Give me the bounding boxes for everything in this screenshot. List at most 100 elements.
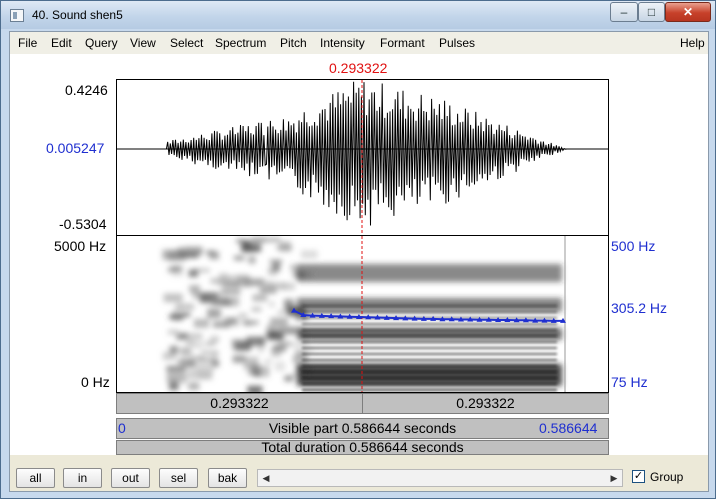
spectrogram-noise-patch [265, 329, 278, 340]
maximize-button[interactable]: □ [638, 2, 665, 22]
spectrogram-noise-patch [274, 361, 286, 372]
pitch-min-label: 75 Hz [611, 374, 648, 390]
spectrogram-noise-patch [197, 370, 213, 380]
menu-pitch[interactable]: Pitch [280, 36, 307, 50]
scroll-right-icon[interactable]: ▶ [606, 470, 622, 486]
title-bar[interactable]: 40. Sound shen5 – □ ✕ [1, 1, 715, 29]
spectrogram-noise-patch [171, 265, 183, 273]
praat-sound-window: 40. Sound shen5 – □ ✕ File Edit Query Vi… [0, 0, 716, 499]
spectrogram-noise-patch [284, 375, 293, 382]
spectrogram-noise-patch [211, 352, 219, 363]
spectrogram-noise-patch [189, 285, 200, 294]
window-client-area: File Edit Query View Select Spectrum Pit… [9, 31, 709, 492]
visible-part-label: Visible part 0.586644 seconds [268, 420, 457, 436]
total-duration-bar[interactable]: Total duration 0.586644 seconds [116, 440, 609, 455]
spectrogram-noise-patch [175, 303, 195, 310]
spectrogram-panel[interactable] [116, 236, 609, 393]
menu-view[interactable]: View [130, 36, 156, 50]
spectrogram-noise-patch [213, 321, 230, 328]
menu-pulses[interactable]: Pulses [439, 36, 475, 50]
spectrogram-noise-patch [209, 251, 219, 260]
segment-left-duration[interactable]: 0.293322 [116, 393, 363, 414]
spectrogram-noise-patch [232, 340, 252, 351]
menu-help[interactable]: Help [680, 36, 705, 50]
spectrogram-noise-patch [227, 275, 234, 280]
scroll-left-icon[interactable]: ◀ [258, 470, 274, 486]
menu-intensity[interactable]: Intensity [320, 36, 365, 50]
zoom-selection-button[interactable]: sel [159, 468, 198, 488]
spectrogram-formant-band [297, 364, 562, 386]
spectrogram-noise-patch [166, 366, 186, 372]
spectrogram-noise-patch [277, 326, 284, 334]
spectrogram-noise-patch [238, 313, 248, 319]
spectrogram-noise-patch [282, 282, 295, 291]
spectrogram-noise-patch [273, 345, 287, 352]
spectrogram-noise-patch [234, 274, 250, 281]
waveform-panel[interactable] [116, 79, 609, 236]
horizontal-scrollbar[interactable]: ◀ ▶ [257, 469, 623, 487]
spectrogram-formant-band [297, 264, 562, 282]
visible-part-bar[interactable]: Visible part 0.586644 seconds [116, 418, 609, 439]
spectrogram-graph [162, 236, 566, 392]
spectrogram-noise-patch [242, 320, 259, 325]
window-app-icon [10, 9, 24, 22]
zoom-back-button[interactable]: bak [208, 468, 247, 488]
group-checkbox[interactable]: ✓ [632, 470, 645, 483]
spectrogram-noise-patch [300, 250, 318, 259]
zoom-out-button[interactable]: out [111, 468, 150, 488]
pitch-max-label: 500 Hz [611, 238, 656, 254]
amplitude-max-label: 0.4246 [65, 82, 108, 98]
group-checkbox-label: Group [650, 470, 684, 484]
spectrogram-noise-patch [252, 294, 268, 302]
spectrogram-noise-patch [193, 318, 210, 328]
segment-right-duration[interactable]: 0.293322 [362, 393, 609, 414]
spectrogram-noise-patch [266, 324, 277, 330]
spectrogram-noise-patch [162, 352, 176, 361]
zoom-in-button[interactable]: in [63, 468, 102, 488]
spectrogram-noise-patch [257, 366, 270, 377]
menu-query[interactable]: Query [85, 36, 118, 50]
spectrogram-noise-patch [183, 333, 203, 340]
menu-formant[interactable]: Formant [380, 36, 425, 50]
spectrogram-noise-patch [262, 281, 273, 289]
spectrogram-noise-patch [247, 385, 263, 392]
close-button[interactable]: ✕ [665, 2, 711, 22]
spectrogram-noise-patch [180, 347, 192, 355]
sound-editor-plot[interactable]: 0.293322 0.4246 0.005247 -0.5304 5000 Hz… [10, 54, 708, 455]
spectrogram-noise-patch [207, 299, 227, 305]
menu-file[interactable]: File [18, 36, 37, 50]
spectrogram-noise-patch [190, 355, 204, 360]
spectrogram-noise-patch [196, 362, 215, 372]
spectrogram-noise-patch [167, 329, 179, 335]
total-duration-label: Total duration 0.586644 seconds [261, 440, 464, 455]
spectrogram-noise-patch [257, 338, 265, 346]
spectrogram-noise-patch [276, 246, 293, 250]
spectrogram-noise-patch [166, 371, 186, 378]
minimize-button[interactable]: – [610, 2, 638, 22]
visible-start-time: 0 [118, 420, 126, 436]
pitch-value-label: 305.2 Hz [611, 300, 668, 316]
spectrogram-noise-patch [180, 359, 190, 367]
menu-select[interactable]: Select [170, 36, 203, 50]
spectrogram-noise-patch [182, 312, 191, 317]
spectrogram-min-frequency: 0 Hz [81, 374, 110, 390]
waveform-graph [117, 80, 608, 235]
spectrogram-noise-patch [169, 314, 184, 319]
spectrogram-noise-patch [188, 269, 199, 277]
spectrogram-noise-patch [272, 261, 281, 272]
spectrogram-noise-patch [180, 252, 199, 259]
spectrogram-noise-patch [233, 255, 245, 261]
spectrogram-noise-patch [162, 249, 182, 260]
spectrogram-noise-patch [243, 356, 259, 363]
spectrogram-noise-patch [235, 239, 243, 243]
menu-edit[interactable]: Edit [51, 36, 72, 50]
bottom-toolbar: all in out sel bak ◀ ▶ ✓ Group [10, 455, 708, 491]
zoom-all-button[interactable]: all [16, 468, 55, 488]
spectrogram-noise-patch [187, 369, 199, 380]
spectrogram-noise-patch [163, 293, 183, 303]
spectrogram-noise-patch [204, 341, 216, 346]
menu-spectrum[interactable]: Spectrum [215, 36, 266, 50]
spectrogram-noise-patch [251, 307, 262, 312]
waveform-trace [117, 81, 608, 226]
spectrogram-noise-patch [220, 289, 241, 294]
